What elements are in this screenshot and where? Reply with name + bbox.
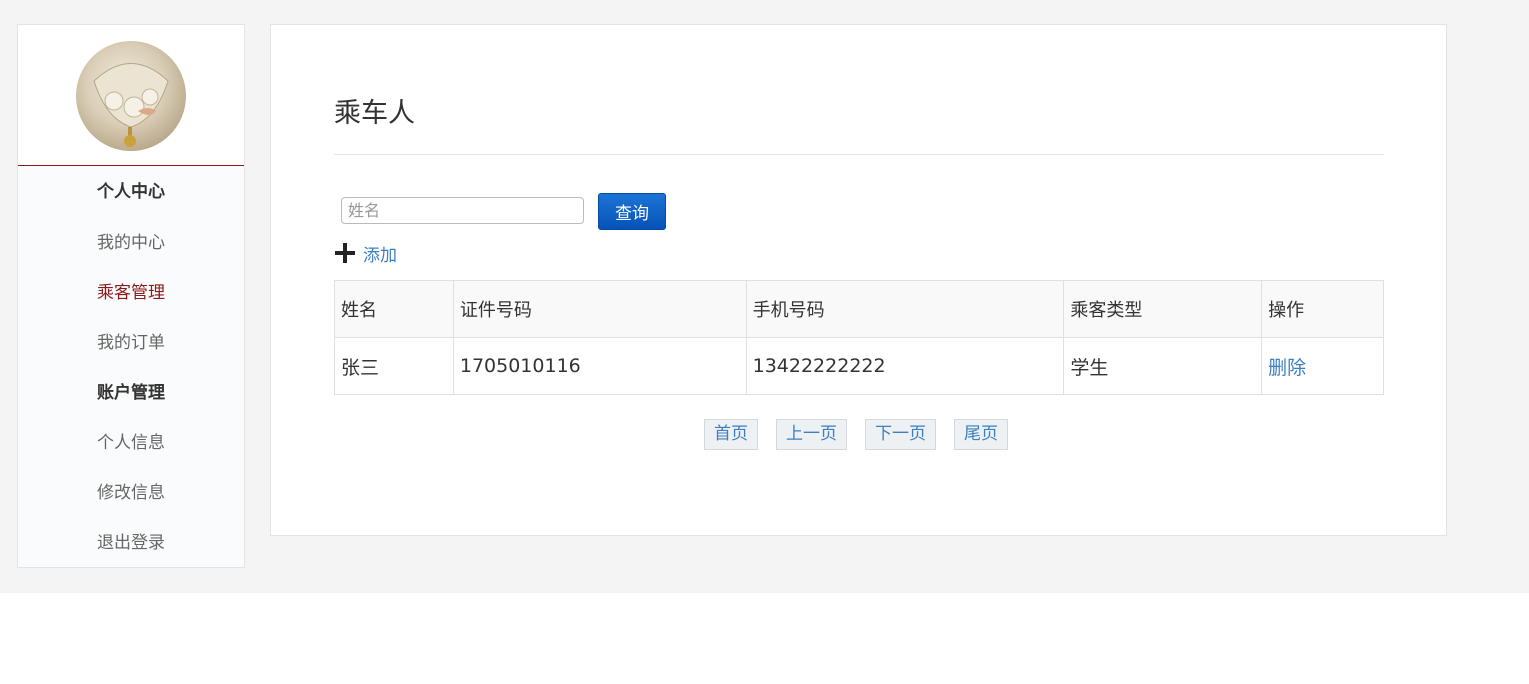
- column-header-passenger-type: 乘客类型: [1063, 280, 1263, 338]
- title-divider: [334, 154, 1384, 155]
- name-search-input[interactable]: [341, 197, 584, 224]
- sidebar-item-passenger-management[interactable]: 乘客管理: [18, 268, 244, 318]
- column-header-name: 姓名: [334, 280, 454, 338]
- avatar[interactable]: [76, 41, 186, 151]
- sidebar-heading-personal-center: 个人中心: [97, 182, 165, 202]
- search-button[interactable]: 查询: [598, 193, 666, 230]
- next-page-button[interactable]: 下一页: [865, 419, 936, 450]
- sidebar: 个人中心 我的中心 乘客管理 我的订单 账户管理 个人信息 修改信息 退出登录: [17, 24, 245, 568]
- add-passenger[interactable]: 添加: [335, 241, 397, 266]
- sidebar-menu: 个人中心 我的中心 乘客管理 我的订单 账户管理 个人信息 修改信息 退出登录: [18, 166, 244, 568]
- passenger-table: 姓名 证件号码 手机号码 乘客类型 操作 张三 1705010116 13422…: [334, 280, 1384, 395]
- cell-id-number: 1705010116: [452, 337, 747, 395]
- cell-phone: 13422222222: [745, 337, 1065, 395]
- last-page-button[interactable]: 尾页: [954, 419, 1008, 450]
- column-header-id-number: 证件号码: [452, 280, 747, 338]
- sidebar-item-my-orders[interactable]: 我的订单: [18, 318, 244, 368]
- sidebar-heading-account-management: 账户管理: [97, 383, 165, 403]
- cell-actions: 删除: [1261, 337, 1384, 395]
- table-row: 张三 1705010116 13422222222 学生 删除: [334, 337, 1384, 395]
- cell-passenger-type: 学生: [1063, 337, 1263, 395]
- plus-icon[interactable]: [335, 243, 355, 263]
- prev-page-button[interactable]: 上一页: [776, 419, 847, 450]
- table-header-row: 姓名 证件号码 手机号码 乘客类型 操作: [334, 280, 1384, 338]
- column-header-actions: 操作: [1261, 280, 1384, 338]
- sidebar-item-logout[interactable]: 退出登录: [18, 518, 244, 568]
- add-link[interactable]: 添加: [363, 241, 397, 266]
- sidebar-item-personal-info[interactable]: 个人信息: [18, 418, 244, 468]
- page-title: 乘车人: [334, 98, 415, 129]
- pagination: 首页 上一页 下一页 尾页: [704, 419, 1008, 450]
- sidebar-item-edit-info[interactable]: 修改信息: [18, 468, 244, 518]
- delete-link[interactable]: 删除: [1268, 357, 1306, 379]
- first-page-button[interactable]: 首页: [704, 419, 758, 450]
- sidebar-item-my-center[interactable]: 我的中心: [18, 218, 244, 268]
- main-panel: 乘车人 查询 添加 姓名 证件号码 手机号码 乘客类型 操作 张三 170501…: [270, 24, 1447, 536]
- avatar-panel: [18, 25, 244, 166]
- column-header-phone: 手机号码: [745, 280, 1065, 338]
- cell-name: 张三: [334, 337, 454, 395]
